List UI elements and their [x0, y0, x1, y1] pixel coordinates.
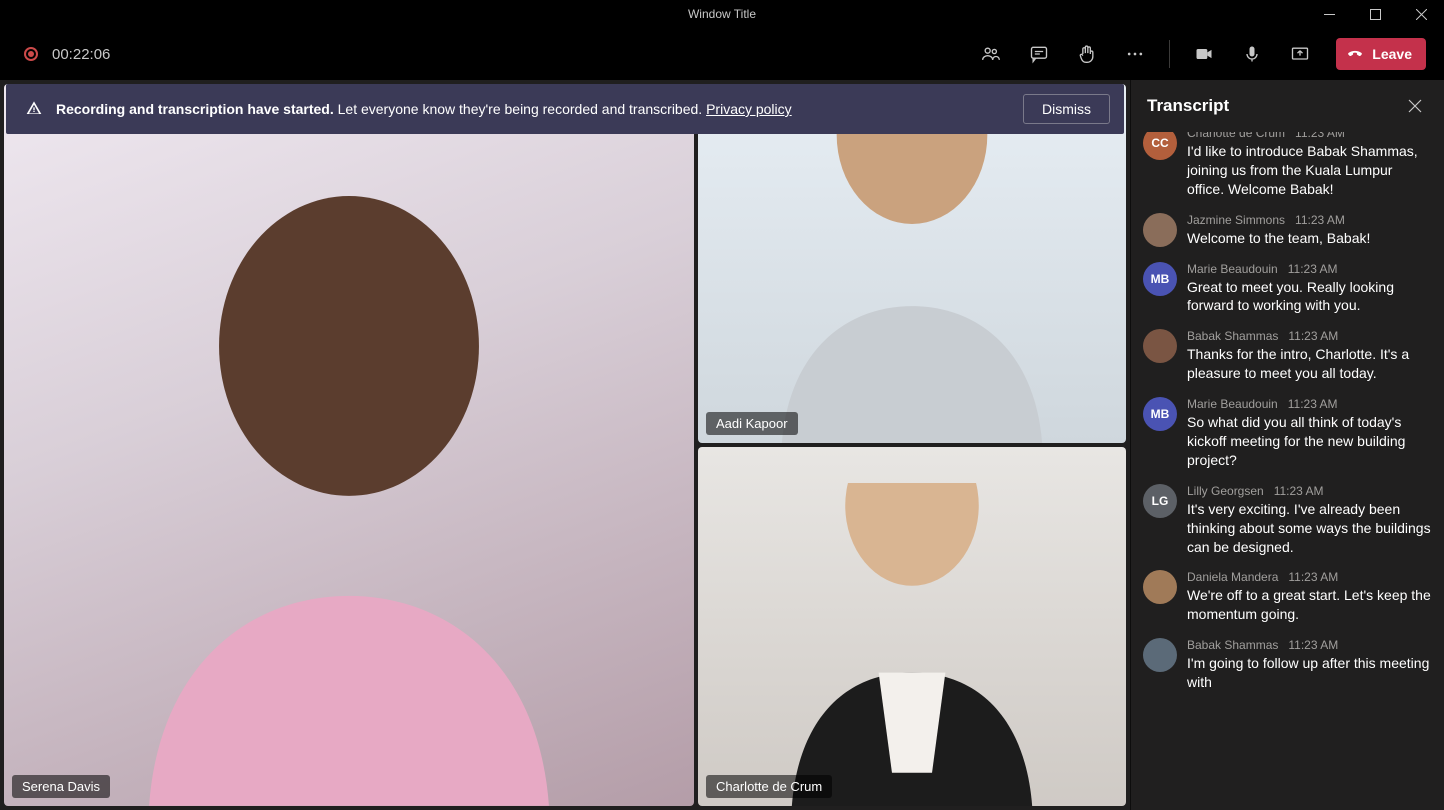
video-tile-main[interactable]: Serena Davis [4, 84, 694, 806]
transcript-entry: MB Marie Beaudouin 11:23 AM Great to meet y… [1143, 262, 1432, 316]
titlebar: Window Title [0, 0, 1444, 28]
privacy-policy-link[interactable]: Privacy policy [706, 101, 792, 117]
transcript-text: I'm going to follow up after this meetin… [1187, 654, 1432, 692]
toolbar-divider [1169, 40, 1170, 68]
avatar [1143, 638, 1177, 672]
participant-name-tag: Serena Davis [12, 775, 110, 798]
transcript-entry: Babak Shammas 11:23 AM I'm going to follow… [1143, 638, 1432, 692]
speaker-name: Daniela Mandera [1187, 570, 1278, 584]
transcript-panel: Transcript CC Charlotte de Crum 11:23 AM I'… [1130, 80, 1444, 810]
transcript-entry: Daniela Mandera 11:23 AM We're off to a gr… [1143, 570, 1432, 624]
minimize-button[interactable] [1306, 0, 1352, 28]
avatar [1143, 570, 1177, 604]
camera-button[interactable] [1182, 32, 1226, 76]
maximize-button[interactable] [1352, 0, 1398, 28]
participant-name-tag: Aadi Kapoor [706, 412, 798, 435]
speaker-name: Marie Beaudouin [1187, 262, 1278, 276]
video-stage: Recording and transcription have started… [0, 80, 1130, 810]
speaker-name: Lilly Georgsen [1187, 484, 1264, 498]
window-controls [1306, 0, 1444, 28]
speaker-name: Jazmine Simmons [1187, 213, 1285, 227]
close-panel-button[interactable] [1402, 93, 1428, 119]
transcript-text: It's very exciting. I've already been th… [1187, 500, 1432, 557]
warning-icon [26, 100, 42, 119]
transcript-list[interactable]: CC Charlotte de Crum 11:23 AM I'd like to i… [1131, 132, 1444, 810]
transcript-entry: Jazmine Simmons 11:23 AM Welcome to the te… [1143, 213, 1432, 248]
share-screen-button[interactable] [1278, 32, 1322, 76]
timestamp: 11:23 AM [1274, 484, 1324, 498]
speaker-name: Charlotte de Crum [1187, 132, 1285, 140]
mic-button[interactable] [1230, 32, 1274, 76]
video-tile-secondary[interactable]: Charlotte de Crum [698, 447, 1126, 806]
person-placeholder-icon [741, 120, 1083, 443]
banner-message: Recording and transcription have started… [56, 101, 792, 117]
transcript-text: Welcome to the team, Babak! [1187, 229, 1432, 248]
recording-indicator: 00:22:06 [24, 46, 110, 63]
avatar: CC [1143, 132, 1177, 160]
avatar [1143, 213, 1177, 247]
participant-name-tag: Charlotte de Crum [706, 775, 832, 798]
timestamp: 11:23 AM [1295, 132, 1345, 140]
leave-button[interactable]: Leave [1336, 38, 1426, 70]
speaker-name: Babak Shammas [1187, 638, 1278, 652]
transcript-text: We're off to a great start. Let's keep t… [1187, 586, 1432, 624]
leave-label: Leave [1372, 46, 1412, 62]
person-placeholder-icon [108, 156, 591, 806]
transcript-entry: LG Lilly Georgsen 11:23 AM It's very exciti… [1143, 484, 1432, 557]
timestamp: 11:23 AM [1288, 570, 1338, 584]
transcript-entry: Babak Shammas 11:23 AM Thanks for the intr… [1143, 329, 1432, 383]
dismiss-button[interactable]: Dismiss [1023, 94, 1110, 124]
more-actions-button[interactable] [1113, 32, 1157, 76]
transcript-entry: CC Charlotte de Crum 11:23 AM I'd like to i… [1143, 132, 1432, 199]
chat-button[interactable] [1017, 32, 1061, 76]
transcript-text: Thanks for the intro, Charlotte. It's a … [1187, 345, 1432, 383]
speaker-name: Babak Shammas [1187, 329, 1278, 343]
timestamp: 11:23 AM [1288, 638, 1338, 652]
transcript-entry: MB Marie Beaudouin 11:23 AM So what did you… [1143, 397, 1432, 470]
avatar: MB [1143, 397, 1177, 431]
timestamp: 11:23 AM [1288, 397, 1338, 411]
recording-banner: Recording and transcription have started… [6, 84, 1124, 134]
avatar [1143, 329, 1177, 363]
close-window-button[interactable] [1398, 0, 1444, 28]
transcript-header: Transcript [1131, 80, 1444, 132]
timestamp: 11:23 AM [1288, 329, 1338, 343]
video-tile-secondary[interactable]: Aadi Kapoor [698, 84, 1126, 443]
transcript-text: So what did you all think of today's kic… [1187, 413, 1432, 470]
speaker-name: Marie Beaudouin [1187, 397, 1278, 411]
people-button[interactable] [969, 32, 1013, 76]
window-title: Window Title [688, 7, 756, 21]
record-icon [24, 47, 38, 61]
meeting-toolbar: 00:22:06 [0, 28, 1444, 80]
recording-timer: 00:22:06 [52, 46, 110, 63]
transcript-text: Great to meet you. Really looking forwar… [1187, 278, 1432, 316]
person-placeholder-icon [745, 483, 1079, 806]
raise-hand-button[interactable] [1065, 32, 1109, 76]
avatar: LG [1143, 484, 1177, 518]
timestamp: 11:23 AM [1288, 262, 1338, 276]
transcript-title: Transcript [1147, 96, 1229, 116]
hangup-icon [1346, 45, 1364, 63]
avatar: MB [1143, 262, 1177, 296]
timestamp: 11:23 AM [1295, 213, 1345, 227]
transcript-text: I'd like to introduce Babak Shammas, joi… [1187, 142, 1432, 199]
